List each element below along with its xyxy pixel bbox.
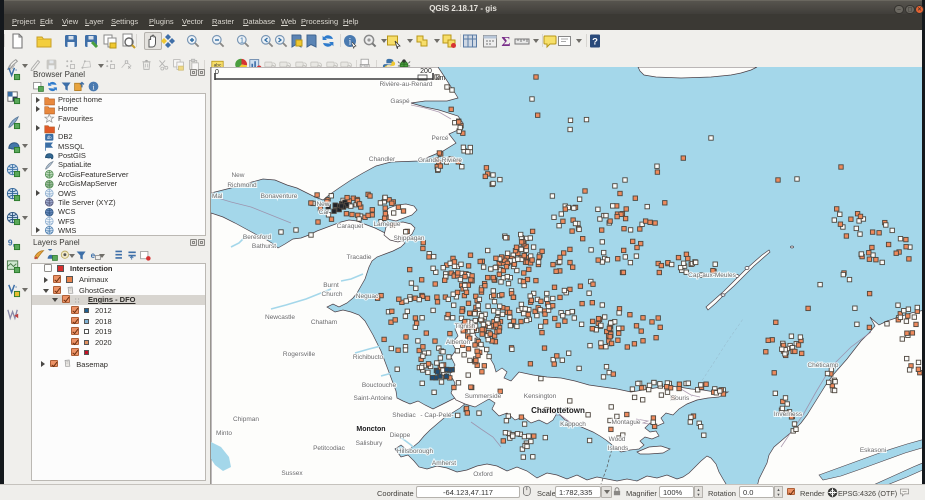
svg-text:Dieppe: Dieppe xyxy=(390,432,411,439)
svg-text:9,: 9, xyxy=(8,237,15,247)
svg-text:km: km xyxy=(436,75,446,82)
svg-text:Cap-aux-Meules: Cap-aux-Meules xyxy=(688,272,736,279)
svg-text:Amherst: Amherst xyxy=(432,460,456,467)
svg-text:Chandler: Chandler xyxy=(369,156,396,163)
svg-text:Montague: Montague xyxy=(612,419,641,426)
svg-text:Chipman: Chipman xyxy=(233,416,259,423)
svg-text:Minto: Minto xyxy=(216,430,232,437)
svg-text:Chéticamp: Chéticamp xyxy=(807,362,838,369)
svg-text:Lamèque: Lamèque xyxy=(373,221,400,228)
svg-text:Hillsborough: Hillsborough xyxy=(397,448,434,455)
svg-text:e: e xyxy=(91,251,96,260)
svg-text:New: New xyxy=(231,172,244,179)
svg-text:Grande-Rivière: Grande-Rivière xyxy=(418,157,462,164)
svg-text:Charlottetown: Charlottetown xyxy=(531,406,585,415)
svg-text:Summerside: Summerside xyxy=(465,393,502,400)
svg-text:Islands: Islands xyxy=(608,445,629,452)
svg-text:Wood: Wood xyxy=(609,436,626,443)
svg-text:Shippagan: Shippagan xyxy=(393,235,424,242)
svg-text:Burnt: Burnt xyxy=(323,282,339,289)
svg-text:Σ: Σ xyxy=(501,35,510,49)
svg-text:0: 0 xyxy=(215,69,219,76)
svg-text:Kappoch: Kappoch xyxy=(560,421,586,428)
svg-text:Tracadie: Tracadie xyxy=(346,254,371,261)
svg-text:Shediac: Shediac xyxy=(392,412,416,419)
svg-text:Bouctouche: Bouctouche xyxy=(362,382,397,389)
svg-text:Gaspé: Gaspé xyxy=(390,98,410,105)
svg-text:Alberton: Alberton xyxy=(446,339,471,346)
svg-text:Beresford: Beresford xyxy=(243,234,272,241)
svg-text:Salisbury: Salisbury xyxy=(356,440,383,447)
svg-text:db: db xyxy=(47,135,52,140)
svg-text:º: º xyxy=(15,286,17,291)
svg-text:Tignish: Tignish xyxy=(455,323,476,330)
svg-text:Richibucto: Richibucto xyxy=(353,354,384,361)
svg-text:Oxford: Oxford xyxy=(473,471,493,478)
svg-text:Petitcodiac: Petitcodiac xyxy=(313,445,346,452)
svg-text:Saint-Antoine: Saint-Antoine xyxy=(353,395,392,402)
svg-text:Church: Church xyxy=(322,291,343,298)
svg-text:Newcastle: Newcastle xyxy=(265,314,295,321)
svg-text:Kensington: Kensington xyxy=(524,393,557,400)
svg-text:i: i xyxy=(92,82,94,91)
svg-text:1: 1 xyxy=(240,38,244,45)
svg-text:Car: Car xyxy=(319,209,330,216)
svg-text:Eskasoni: Eskasoni xyxy=(860,447,886,454)
svg-text:Caraquet: Caraquet xyxy=(337,223,364,230)
svg-text:º: º xyxy=(15,69,17,74)
svg-text:Moncton: Moncton xyxy=(356,426,385,433)
svg-text:200: 200 xyxy=(420,68,432,75)
svg-text:Souris: Souris xyxy=(671,395,690,402)
svg-text:Bonaventure: Bonaventure xyxy=(261,193,298,200)
svg-text:Chatham: Chatham xyxy=(311,319,337,326)
svg-text:Rivière-au-Renard: Rivière-au-Renard xyxy=(379,81,432,88)
svg-text:Percé: Percé xyxy=(432,135,449,142)
svg-text:Mal: Mal xyxy=(212,193,223,200)
svg-text:- Cap-Pelé-: - Cap-Pelé- xyxy=(420,412,453,419)
svg-text:Neguac: Neguac xyxy=(356,293,379,300)
svg-text:Richmond: Richmond xyxy=(227,182,257,189)
svg-text:Sussex: Sussex xyxy=(281,470,303,477)
svg-text:Rogersville: Rogersville xyxy=(283,351,316,358)
svg-text:New: New xyxy=(316,201,329,208)
svg-text:?: ? xyxy=(592,37,598,48)
svg-text:Bathurst: Bathurst xyxy=(252,243,276,250)
svg-text:Inverness: Inverness xyxy=(774,411,803,418)
